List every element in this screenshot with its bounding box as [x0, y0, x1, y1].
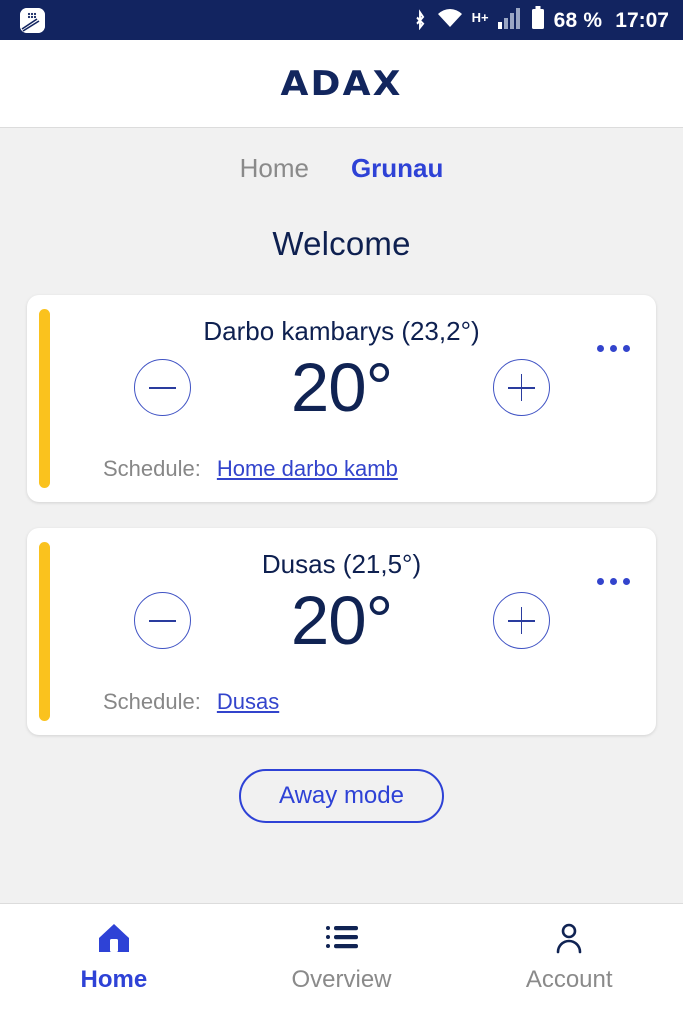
home-icon	[97, 922, 131, 954]
nav-item-overview[interactable]: Overview	[228, 922, 456, 992]
card-accent-bar	[39, 308, 50, 488]
schedule-link[interactable]: Dusas	[217, 689, 279, 715]
card-accent-bar	[39, 541, 50, 721]
device-name-label: Dusas (21,5°)	[261, 548, 422, 579]
page-title: Welcome	[272, 224, 411, 262]
schedule-row: Schedule: Home darbo kamb	[103, 456, 398, 482]
nav-label-overview: Overview	[291, 966, 392, 993]
app-root: H+ 68 % 17:07 ADAX Home Grunau Welcome D…	[0, 0, 683, 1024]
network-type-label: H+	[471, 9, 489, 25]
tab-home[interactable]: Home	[240, 154, 309, 183]
bluetooth-icon	[412, 6, 428, 35]
schedule-link[interactable]: Home darbo kamb	[217, 456, 398, 482]
list-icon	[325, 922, 359, 954]
temperature-controls: 20°	[27, 586, 656, 655]
device-card[interactable]: Dusas (21,5°) 20° Schedule: Dusas	[27, 527, 656, 735]
decrease-temperature-button[interactable]	[133, 592, 191, 650]
main-content: Home Grunau Welcome Darbo kambarys (23,2…	[0, 128, 683, 903]
status-bar-right: H+ 68 % 17:07	[412, 5, 669, 35]
card-menu-button[interactable]	[597, 344, 630, 352]
card-menu-button[interactable]	[597, 577, 630, 585]
tab-grunau[interactable]: Grunau	[351, 154, 443, 183]
app-notification-icon	[20, 7, 45, 33]
status-bar: H+ 68 % 17:07	[0, 0, 683, 40]
nav-label-account: Account	[525, 966, 613, 993]
status-bar-left	[20, 7, 45, 33]
device-card[interactable]: Darbo kambarys (23,2°) 20° Schedule: Hom…	[27, 294, 656, 502]
decrease-temperature-button[interactable]	[133, 359, 191, 417]
device-name-label: Darbo kambarys (23,2°)	[203, 315, 480, 346]
wifi-icon	[437, 8, 463, 33]
setpoint-value: 20°	[290, 582, 393, 660]
increase-temperature-button[interactable]	[492, 592, 550, 650]
clock-label: 17:07	[615, 8, 669, 32]
app-header: ADAX	[0, 40, 683, 128]
battery-level-label: 68 %	[553, 8, 603, 32]
increase-temperature-button[interactable]	[492, 359, 550, 417]
away-mode-row: Away mode	[0, 768, 683, 823]
battery-icon	[531, 5, 545, 35]
schedule-row: Schedule: Dusas	[103, 689, 279, 715]
adax-logo: ADAX	[280, 63, 403, 104]
nav-item-home[interactable]: Home	[0, 922, 228, 992]
schedule-label: Schedule:	[103, 455, 201, 481]
setpoint-value: 20°	[290, 349, 393, 427]
schedule-label: Schedule:	[103, 688, 201, 714]
nav-item-account[interactable]: Account	[455, 922, 683, 992]
bottom-navigation: Home Overview Account	[0, 903, 683, 1024]
person-icon	[553, 922, 585, 954]
temperature-controls: 20°	[27, 353, 656, 422]
nav-label-home: Home	[80, 966, 148, 993]
cellular-signal-icon	[497, 7, 522, 34]
home-tabs: Home Grunau	[0, 128, 683, 183]
away-mode-button[interactable]: Away mode	[239, 768, 444, 823]
